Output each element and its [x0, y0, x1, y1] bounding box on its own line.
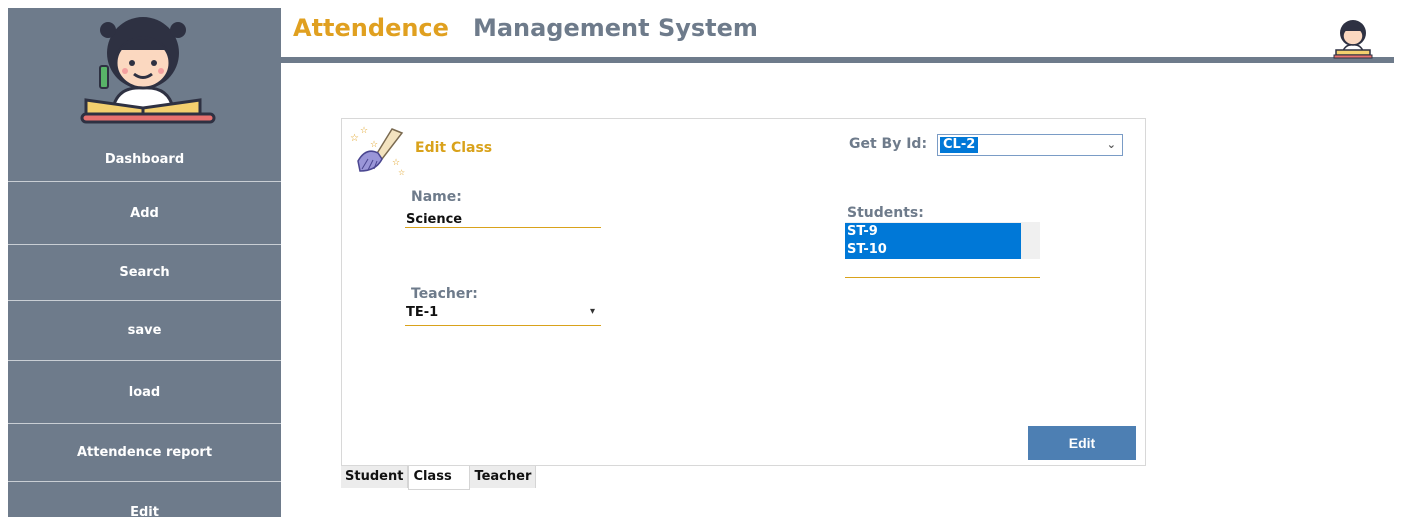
sidebar-item-search[interactable]: Search — [8, 245, 281, 301]
svg-text:☆: ☆ — [360, 126, 368, 136]
title-part-management: Management System — [472, 14, 758, 42]
sidebar-item-attendence-report[interactable]: Attendence report — [8, 424, 281, 482]
tab-teacher[interactable]: Teacher — [470, 466, 537, 488]
sidebar-item-add[interactable]: Add — [8, 182, 281, 245]
page-title: Attendence Management System — [293, 14, 758, 42]
svg-text:☆: ☆ — [392, 158, 400, 168]
get-by-id-value: CL-2 — [940, 137, 979, 153]
get-by-id-label: Get By Id: — [849, 136, 928, 152]
students-label: Students: — [847, 205, 924, 221]
svg-text:☆: ☆ — [350, 133, 359, 144]
header-divider — [281, 57, 1394, 63]
get-by-id-dropdown[interactable]: CL-2 ⌄ — [937, 134, 1123, 156]
students-listbox[interactable]: ST-9 ST-10 — [845, 222, 1040, 259]
edit-class-panel: ☆ ☆ ☆ ☆ ☆ Edit Class Get By Id: CL-2 ⌄ N… — [341, 118, 1146, 466]
tab-class[interactable]: Class — [408, 466, 471, 490]
sidebar-item-edit[interactable]: Edit — [8, 482, 281, 517]
sidebar-item-save[interactable]: save — [8, 301, 281, 361]
sidebar: Dashboard Add Search save load Attendenc… — [8, 8, 281, 517]
user-avatar-icon — [1333, 20, 1373, 59]
svg-text:☆: ☆ — [370, 140, 378, 150]
svg-text:☆: ☆ — [398, 168, 405, 175]
chevron-down-icon: ⌄ — [1106, 138, 1116, 151]
name-label: Name: — [411, 189, 462, 205]
student-reading-logo-icon — [80, 17, 216, 124]
list-item[interactable]: ST-9 — [845, 223, 1021, 241]
sidebar-item-dashboard[interactable]: Dashboard — [8, 138, 281, 182]
edit-button[interactable]: Edit — [1028, 426, 1136, 460]
dropdown-arrow-icon[interactable]: ▾ — [590, 306, 595, 317]
students-underline — [845, 277, 1040, 278]
teacher-field-underline — [405, 325, 601, 326]
panel-title: Edit Class — [415, 140, 493, 156]
title-part-attendence: Attendence — [293, 14, 449, 42]
tab-bar: Student Class Teacher — [341, 466, 537, 490]
name-field[interactable]: Science — [406, 212, 462, 227]
name-field-underline — [405, 227, 601, 228]
tab-student[interactable]: Student — [341, 466, 409, 488]
list-item[interactable]: ST-10 — [845, 241, 1021, 259]
teacher-label: Teacher: — [411, 286, 478, 302]
sidebar-item-load[interactable]: load — [8, 361, 281, 424]
magic-broom-icon: ☆ ☆ ☆ ☆ ☆ — [350, 126, 405, 175]
teacher-combobox[interactable]: TE-1 — [406, 305, 438, 320]
